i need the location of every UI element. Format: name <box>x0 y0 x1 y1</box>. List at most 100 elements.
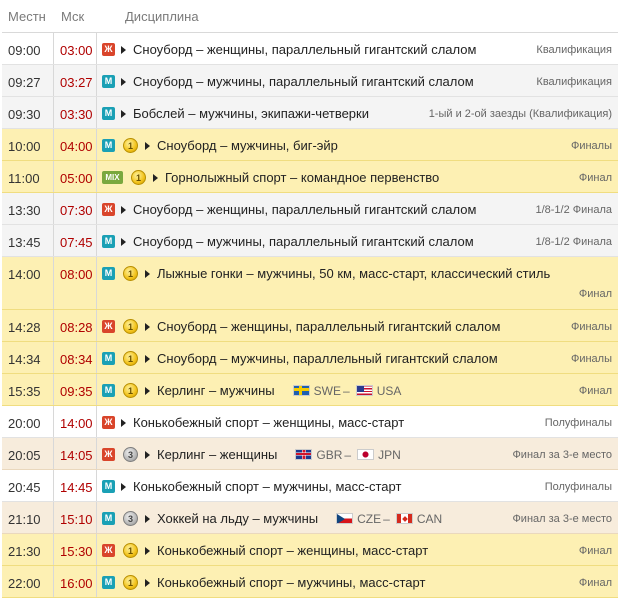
expand-arrow-icon[interactable] <box>145 386 150 395</box>
schedule-row[interactable]: 20:00 14:00 Ж Конькобежный спорт – женщины,… <box>2 406 618 438</box>
gender-badge: М <box>102 480 115 493</box>
schedule-row[interactable]: 15:35 09:35 М 1 Керлинг – мужчины SWE – USA Фина… <box>2 374 618 406</box>
local-time: 15:35 <box>8 384 41 399</box>
gold-medal-icon: 1 <box>131 170 146 185</box>
event-cell: Ж 1 Конькобежный спорт – женщины, масс-ста… <box>97 534 618 565</box>
moscow-time: 04:00 <box>53 129 97 160</box>
schedule-row[interactable]: 21:10 15:10 М 3 Хоккей на льду – мужчины CZE –… <box>2 502 618 534</box>
discipline-name[interactable]: Лыжные гонки – мужчины, 50 км, масс-стар… <box>157 266 550 281</box>
team-a: GBR <box>316 447 343 462</box>
flag-gbr-icon <box>295 449 313 460</box>
schedule-row[interactable]: 20:45 14:45 М Конькобежный спорт – мужчины,… <box>2 470 618 502</box>
discipline-name[interactable]: Сноуборд – женщины, параллельный гигантс… <box>133 202 476 217</box>
stage-label: Финал за 3-е место <box>512 512 612 525</box>
moscow-time: 09:35 <box>53 374 97 405</box>
stage-label: Финал за 3-е место <box>512 448 612 461</box>
matchup: CZE – CAN <box>332 512 442 526</box>
schedule-row[interactable]: 13:30 07:30 Ж Сноуборд – женщины, параллель… <box>2 193 618 225</box>
bronze-medal-icon: 3 <box>123 511 138 526</box>
discipline-name[interactable]: Хоккей на льду – мужчины <box>157 511 318 526</box>
schedule-row[interactable]: 14:00 08:00 М 1 Лыжные гонки – мужчины, 50 к… <box>2 257 618 310</box>
event-cell: Ж Сноуборд – женщины, параллельный гигант… <box>97 193 618 224</box>
event-cell: М 1 Керлинг – мужчины SWE – USA Финал <box>97 374 618 405</box>
local-time: 10:00 <box>8 139 41 154</box>
discipline-name[interactable]: Конькобежный спорт – женщины, масс-старт <box>157 543 428 558</box>
discipline-name[interactable]: Конькобежный спорт – мужчины, масс-старт <box>157 575 425 590</box>
discipline-name[interactable]: Горнолыжный спорт – командное первенство <box>165 170 439 185</box>
schedule-row[interactable]: 13:45 07:45 М Сноуборд – мужчины, параллель… <box>2 225 618 257</box>
local-time: 22:00 <box>8 576 41 591</box>
expand-arrow-icon[interactable] <box>121 482 126 491</box>
discipline-name[interactable]: Сноуборд – мужчины, параллельный гигантс… <box>133 234 474 249</box>
header-discipline: Дисциплина <box>125 8 199 24</box>
discipline-name[interactable]: Сноуборд – мужчины, параллельный гигантс… <box>133 74 474 89</box>
moscow-time: 14:45 <box>53 470 97 501</box>
team-separator: – <box>343 383 350 398</box>
discipline-name[interactable]: Сноуборд – мужчины, биг-эйр <box>157 138 338 153</box>
gender-badge: М <box>102 139 115 152</box>
flag-cze-icon <box>336 513 354 524</box>
expand-arrow-icon[interactable] <box>121 418 126 427</box>
expand-arrow-icon[interactable] <box>145 450 150 459</box>
gender-badge: Ж <box>102 320 115 333</box>
local-time: 13:45 <box>8 235 41 250</box>
discipline-name[interactable]: Бобслей – мужчины, экипажи-четверки <box>133 106 369 121</box>
discipline-name[interactable]: Сноуборд – женщины, параллельный гигантс… <box>157 319 500 334</box>
schedule-row[interactable]: 11:00 05:00 MIX 1 Горнолыжный спорт – команд… <box>2 161 618 193</box>
schedule-row[interactable]: 14:34 08:34 М 1 Сноуборд – мужчины, параллел… <box>2 342 618 374</box>
stage-label: Финалы <box>570 320 612 333</box>
expand-arrow-icon[interactable] <box>145 141 150 150</box>
event-cell: Ж Конькобежный спорт – женщины, масс-стар… <box>97 406 618 437</box>
team-b: USA <box>376 383 402 398</box>
expand-arrow-icon[interactable] <box>145 269 150 278</box>
schedule-row[interactable]: 10:00 04:00 М 1 Сноуборд – мужчины, биг-эйр Ф… <box>2 129 618 161</box>
gold-medal-icon: 1 <box>123 319 138 334</box>
local-time: 09:30 <box>8 107 41 122</box>
expand-arrow-icon[interactable] <box>153 173 158 182</box>
team-separator: – <box>344 447 352 462</box>
expand-arrow-icon[interactable] <box>145 322 150 331</box>
expand-arrow-icon[interactable] <box>121 237 126 246</box>
moscow-time: 07:30 <box>53 193 97 224</box>
schedule-row[interactable]: 20:05 14:05 Ж 3 Керлинг – женщины GBR – JPN Фина… <box>2 438 618 470</box>
gold-medal-icon: 1 <box>123 543 138 558</box>
header-local-time: Местн <box>8 8 46 24</box>
bronze-medal-icon: 3 <box>123 447 138 462</box>
stage-label: Квалификация <box>536 75 612 88</box>
discipline-name[interactable]: Сноуборд – женщины, параллельный гигантс… <box>133 42 476 57</box>
expand-arrow-icon[interactable] <box>121 109 126 118</box>
expand-arrow-icon[interactable] <box>121 205 126 214</box>
gender-badge: М <box>102 267 115 280</box>
discipline-name[interactable]: Сноуборд – мужчины, параллельный гигантс… <box>157 351 498 366</box>
local-time: 21:30 <box>8 544 41 559</box>
expand-arrow-icon[interactable] <box>145 354 150 363</box>
schedule-row[interactable]: 14:28 08:28 Ж 1 Сноуборд – женщины, параллел… <box>2 310 618 342</box>
discipline-name[interactable]: Керлинг – женщины <box>157 447 277 462</box>
schedule-row[interactable]: 21:30 15:30 Ж 1 Конькобежный спорт – женщины… <box>2 534 618 566</box>
flag-jpn-icon <box>357 449 375 460</box>
stage-label: Финал <box>578 544 612 557</box>
expand-arrow-icon[interactable] <box>121 45 126 54</box>
schedule-rows: 09:00 03:00 Ж Сноуборд – женщины, параллель… <box>2 33 618 598</box>
schedule-row[interactable]: 22:00 16:00 М 1 Конькобежный спорт – мужчины… <box>2 566 618 598</box>
local-time: 14:28 <box>8 320 41 335</box>
gender-badge: Ж <box>102 544 115 557</box>
event-cell: Ж Сноуборд – женщины, параллельный гигант… <box>97 33 618 64</box>
discipline-name[interactable]: Конькобежный спорт – женщины, масс-старт <box>133 415 404 430</box>
schedule-row[interactable]: 09:00 03:00 Ж Сноуборд – женщины, параллель… <box>2 33 618 65</box>
expand-arrow-icon[interactable] <box>145 546 150 555</box>
gender-badge: М <box>102 512 115 525</box>
gender-badge: М <box>102 235 115 248</box>
event-cell: М Конькобежный спорт – мужчины, масс-стар… <box>97 470 618 501</box>
gold-medal-icon: 1 <box>123 138 138 153</box>
local-time: 20:05 <box>8 448 41 463</box>
local-time: 20:00 <box>8 416 41 431</box>
expand-arrow-icon[interactable] <box>145 578 150 587</box>
discipline-name[interactable]: Керлинг – мужчины <box>157 383 275 398</box>
moscow-time: 08:00 <box>53 257 97 309</box>
expand-arrow-icon[interactable] <box>145 514 150 523</box>
schedule-row[interactable]: 09:27 03:27 М Сноуборд – мужчины, параллель… <box>2 65 618 97</box>
expand-arrow-icon[interactable] <box>121 77 126 86</box>
discipline-name[interactable]: Конькобежный спорт – мужчины, масс-старт <box>133 479 401 494</box>
schedule-row[interactable]: 09:30 03:30 М Бобслей – мужчины, экипажи-че… <box>2 97 618 129</box>
